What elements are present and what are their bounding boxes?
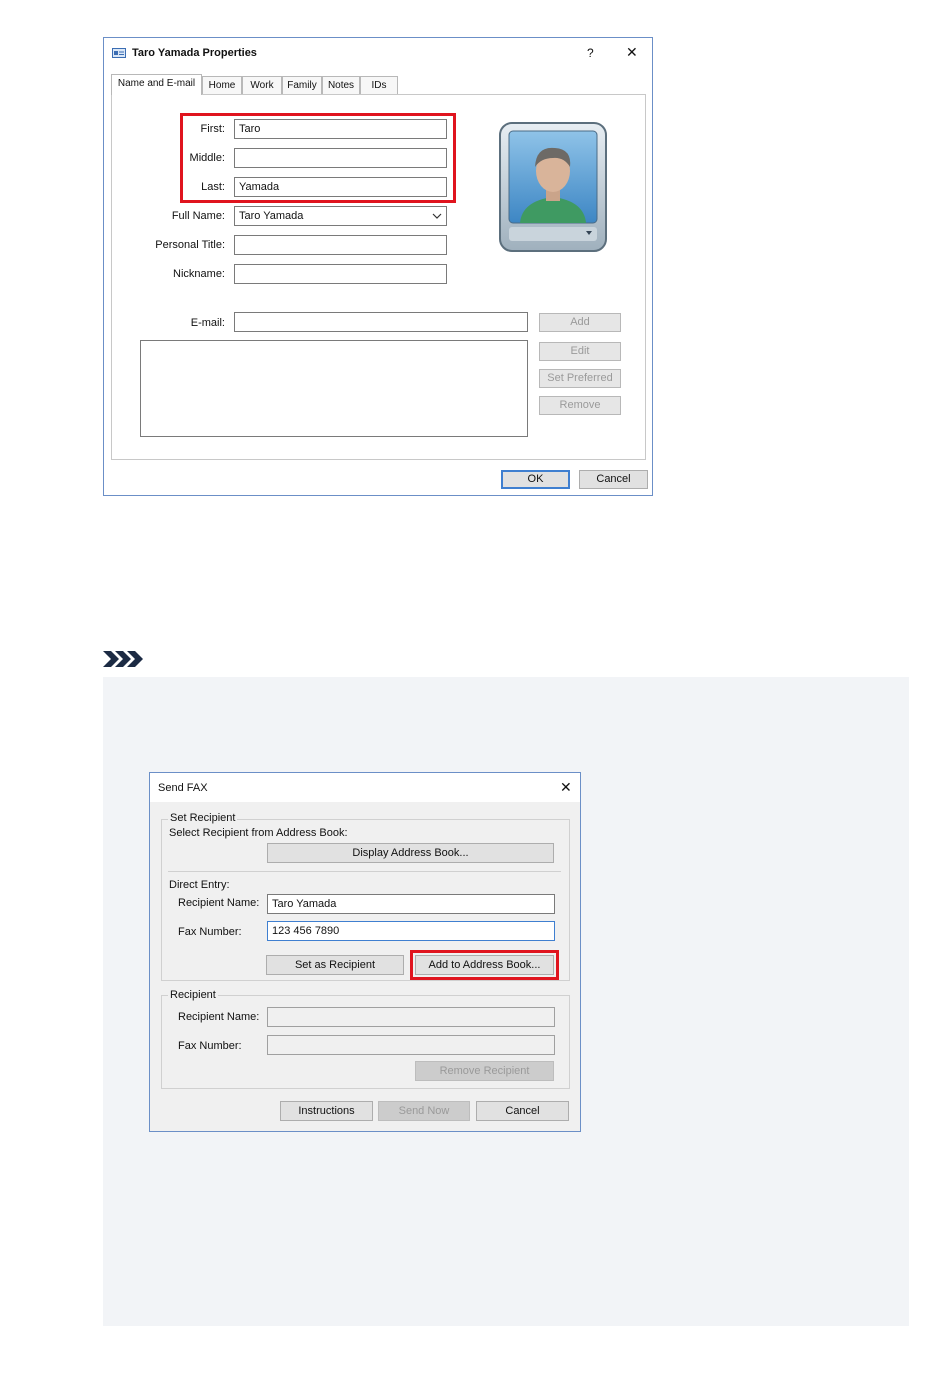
instructions-button[interactable]: Instructions [280,1101,373,1121]
fax-number-label: Fax Number: [178,926,242,938]
recipient-name-label: Recipient Name: [178,897,260,909]
remove-email-button[interactable]: Remove [539,396,621,415]
cancel-button[interactable]: Cancel [579,470,648,489]
close-button[interactable]: ✕ [626,44,638,61]
recipient-name-display [267,1007,555,1027]
note-chevrons-icon [103,650,149,671]
tab-work[interactable]: Work [242,76,282,94]
tab-home[interactable]: Home [202,76,242,94]
contact-card-icon [112,47,126,62]
tab-notes[interactable]: Notes [322,76,360,94]
nickname-label: Nickname: [173,268,225,280]
highlight-name-fields [180,113,456,203]
email-label: E-mail: [190,317,225,329]
set-as-recipient-button[interactable]: Set as Recipient [266,955,404,975]
fax-number-input[interactable]: 123 456 7890 [267,921,555,941]
fax-dialog-title: Send FAX [158,782,208,794]
email-input[interactable] [234,312,528,332]
send-fax-dialog: Send FAX ✕ Set Recipient Select Recipien… [149,772,581,1132]
recipient-name-label-2: Recipient Name: [178,1011,260,1023]
personal-title-input[interactable] [234,235,447,255]
properties-dialog: Taro Yamada Properties ? ✕ Name and E-ma… [103,37,653,496]
chevron-down-icon [432,207,442,231]
tab-name-and-email[interactable]: Name and E-mail [111,74,202,95]
set-preferred-button[interactable]: Set Preferred [539,369,621,388]
select-from-address-book-label: Select Recipient from Address Book: [169,827,348,839]
highlight-add-to-address-book [410,950,559,980]
edit-email-button[interactable]: Edit [539,342,621,361]
tab-ids[interactable]: IDs [360,76,398,94]
dialog-title: Taro Yamada Properties [132,47,257,59]
display-address-book-button[interactable]: Display Address Book... [267,843,554,863]
full-name-label: Full Name: [171,210,225,222]
full-name-value: Taro Yamada [239,210,304,222]
fax-close-button[interactable]: ✕ [560,779,572,796]
send-now-button[interactable]: Send Now [378,1101,470,1121]
fax-title-bar: Send FAX ✕ [150,773,580,802]
recipient-group-title: Recipient [168,989,218,1001]
email-list[interactable] [140,340,528,437]
direct-entry-label: Direct Entry: [169,879,230,891]
ok-button[interactable]: OK [501,470,570,489]
tab-panel-name-and-email: First: Taro Middle: Last: Yamada Full Na… [111,94,646,460]
avatar[interactable] [498,121,608,254]
tab-family[interactable]: Family [282,76,322,94]
separator [168,871,561,872]
title-bar: Taro Yamada Properties ? ✕ [104,38,652,68]
help-button[interactable]: ? [587,46,594,60]
remove-recipient-button[interactable]: Remove Recipient [415,1061,554,1081]
set-recipient-group-title: Set Recipient [168,812,238,824]
personal-title-label: Personal Title: [155,239,225,251]
recipient-name-input[interactable]: Taro Yamada [267,894,555,914]
nickname-input[interactable] [234,264,447,284]
fax-cancel-button[interactable]: Cancel [476,1101,569,1121]
fax-number-display [267,1035,555,1055]
full-name-select[interactable]: Taro Yamada [234,206,447,226]
fax-number-label-2: Fax Number: [178,1040,242,1052]
add-email-button[interactable]: Add [539,313,621,332]
